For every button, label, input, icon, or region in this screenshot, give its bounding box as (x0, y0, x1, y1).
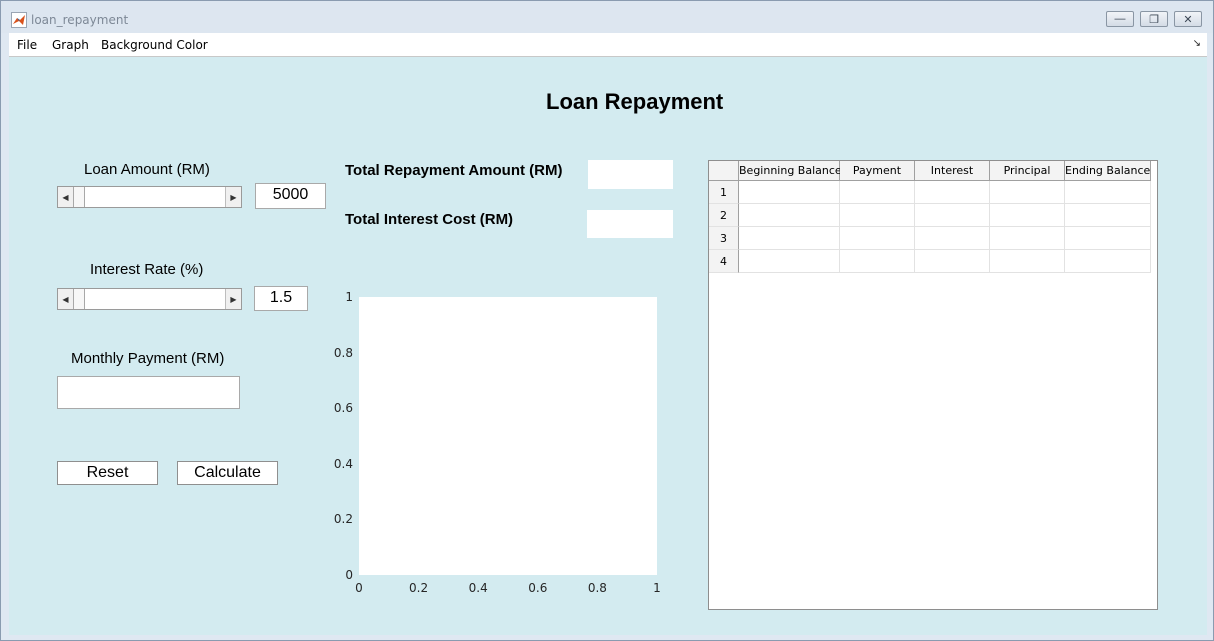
x-tick-label: 0.6 (528, 581, 548, 595)
loan-amount-slider[interactable]: ◀ ▶ (57, 186, 242, 208)
interest-rate-input[interactable]: 1.5 (254, 286, 308, 311)
toolbar-toggle-icon[interactable]: ↘ (1193, 38, 1201, 49)
figure-canvas: Loan Repayment Loan Amount (RM) ◀ ▶ 5000… (9, 57, 1207, 635)
title-bar: loan_repayment — ❐ ✕ (1, 1, 1213, 33)
plot-area[interactable] (359, 297, 657, 575)
slider-right-arrow-icon[interactable]: ▶ (225, 187, 241, 207)
x-tick-label: 1 (653, 581, 661, 595)
table-corner (709, 161, 739, 181)
x-tick-label: 0.4 (468, 581, 488, 595)
table-cell[interactable] (840, 250, 915, 273)
row-header[interactable]: 1 (709, 181, 739, 204)
table-cell[interactable] (840, 204, 915, 227)
total-repayment-label: Total Repayment Amount (RM) (345, 162, 563, 179)
close-button[interactable]: ✕ (1174, 11, 1202, 27)
minimize-button[interactable]: — (1106, 11, 1134, 27)
total-repayment-field (587, 159, 674, 190)
table-cell[interactable] (739, 250, 840, 273)
interest-rate-label: Interest Rate (%) (90, 261, 204, 278)
calculate-button[interactable]: Calculate (177, 461, 278, 485)
reset-button[interactable]: Reset (57, 461, 158, 485)
table-cell[interactable] (1065, 204, 1151, 227)
table-cell[interactable] (1065, 227, 1151, 250)
slider-left-arrow-icon[interactable]: ◀ (58, 289, 74, 309)
column-header-interest[interactable]: Interest (915, 161, 990, 181)
menu-graph[interactable]: Graph (52, 38, 89, 52)
slider-thumb[interactable] (73, 187, 85, 207)
menu-bar: File Graph Background Color ↘ (9, 33, 1207, 57)
interest-rate-slider[interactable]: ◀ ▶ (57, 288, 242, 310)
loan-amount-label: Loan Amount (RM) (84, 161, 210, 178)
column-header-principal[interactable]: Principal (990, 161, 1065, 181)
y-tick-label: 0.8 (333, 345, 353, 360)
column-header-ending-balance[interactable]: Ending Balance (1065, 161, 1151, 181)
x-tick-label: 0.8 (587, 581, 607, 595)
table-cell[interactable] (1065, 250, 1151, 273)
monthly-payment-field[interactable] (57, 376, 240, 409)
amortization-table[interactable]: Beginning Balance Payment Interest Princ… (708, 160, 1158, 610)
y-tick-label: 0 (345, 568, 353, 582)
close-icon: ✕ (1183, 13, 1193, 26)
loan-amount-input[interactable]: 5000 (255, 183, 326, 209)
table-cell[interactable] (840, 181, 915, 204)
y-tick-label: 0.2 (333, 512, 353, 527)
total-interest-label: Total Interest Cost (RM) (345, 211, 514, 228)
table-cell[interactable] (915, 227, 990, 250)
table-cell[interactable] (1065, 181, 1151, 204)
y-tick-label: 1 (345, 290, 353, 304)
row-header[interactable]: 3 (709, 227, 739, 250)
menu-background-color[interactable]: Background Color (101, 38, 208, 52)
column-header-beginning-balance[interactable]: Beginning Balance (739, 161, 842, 181)
minimize-icon: — (1114, 13, 1126, 25)
table-cell[interactable] (990, 250, 1065, 273)
table-cell[interactable] (915, 250, 990, 273)
x-tick-label: 0.2 (409, 581, 429, 595)
y-tick-label: 0.4 (333, 456, 353, 471)
app-window: loan_repayment — ❐ ✕ File Graph Backgrou… (0, 0, 1214, 641)
table-cell[interactable] (739, 181, 840, 204)
row-header[interactable]: 4 (709, 250, 739, 273)
table-cell[interactable] (739, 204, 840, 227)
restore-button[interactable]: ❐ (1140, 11, 1168, 27)
total-interest-field (586, 209, 674, 239)
slider-right-arrow-icon[interactable]: ▶ (225, 289, 241, 309)
menu-file[interactable]: File (17, 38, 37, 52)
table-cell[interactable] (990, 181, 1065, 204)
table-cell[interactable] (840, 227, 915, 250)
table-cell[interactable] (739, 227, 840, 250)
y-tick-label: 0.6 (333, 401, 353, 416)
column-header-payment[interactable]: Payment (840, 161, 915, 181)
x-tick-label: 0 (355, 581, 363, 595)
slider-thumb[interactable] (73, 289, 85, 309)
monthly-payment-label: Monthly Payment (RM) (71, 350, 225, 367)
restore-icon: ❐ (1149, 13, 1159, 26)
page-title: Loan Repayment (546, 89, 724, 114)
table-cell[interactable] (915, 181, 990, 204)
table-cell[interactable] (990, 227, 1065, 250)
matlab-logo-icon (11, 12, 27, 28)
table-cell[interactable] (990, 204, 1065, 227)
table-cell[interactable] (915, 204, 990, 227)
window-title: loan_repayment (31, 13, 129, 27)
row-header[interactable]: 2 (709, 204, 739, 227)
slider-left-arrow-icon[interactable]: ◀ (58, 187, 74, 207)
